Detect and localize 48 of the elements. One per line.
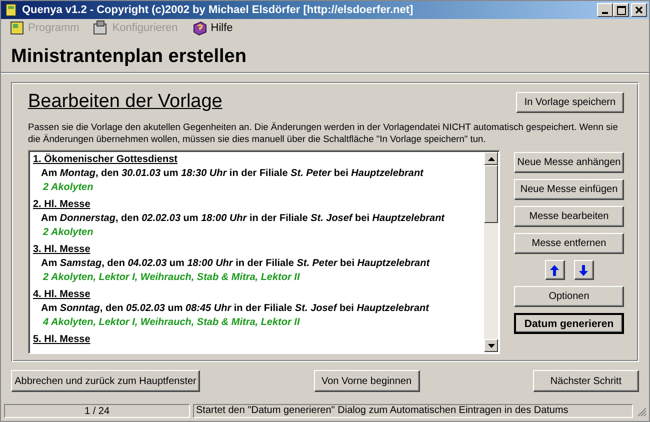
section-heading: Bearbeiten der Vorlage	[28, 91, 222, 113]
mass-title: 2. Hl. Messe	[33, 198, 92, 212]
mass-details: Am Donnerstag, den 02.02.03 um 18:00 Uhr in der Filiale St. Josef bei Hauptzelebrant	[40, 212, 446, 226]
action-button[interactable]: Neue Messe anhängen	[514, 152, 624, 173]
menu-item[interactable]: Hilfe	[192, 20, 233, 36]
maximize-icon	[616, 6, 626, 14]
mass-roles: 2 Akolyten	[42, 181, 94, 195]
description-text: Passen sie die Vorlage den akutellen Gegenheiten an. Die Änderungen werden in der Vorlagendatei NICHT automatisch gespeichert. Wenn sie die Änderungen übernehmen wollen, müssen sie dies manuell über die Schaltfläche "In Vorlage speichern" tun.	[28, 121, 619, 145]
mass-details: Am Montag, den 30.01.03 um 18:30 Uhr in der Filiale St. Peter bei Hauptzelebrant	[40, 167, 424, 181]
scroll-down-icon[interactable]	[488, 344, 494, 348]
close-button[interactable]	[631, 3, 647, 17]
window-title: Quenya v1.2 - Copyright (c)2002 by Michael Elsdörfer [http://elsdoerfer.net]	[22, 4, 414, 16]
program-icon	[9, 20, 25, 36]
mass-title: 5. Hl. Messe	[33, 333, 92, 347]
mass-roles: 2 Akolyten	[42, 226, 94, 240]
action-button[interactable]: Optionen	[514, 286, 624, 307]
resize-grip-icon[interactable]	[636, 406, 647, 416]
minimize-button[interactable]	[597, 3, 613, 17]
move-down-button[interactable]	[574, 260, 594, 280]
navigation-button[interactable]: Von Vorne beginnen	[314, 370, 420, 392]
action-button[interactable]: Neue Messe einfügen	[514, 179, 624, 200]
mass-roles: 4 Akolyten, Lektor I, Weihrauch, Stab & Mitra, Lektor II	[42, 316, 301, 330]
navigation-button[interactable]: Abbrechen und zurück zum Hauptfenster	[11, 370, 200, 392]
action-button[interactable]: Messe bearbeiten	[514, 206, 624, 227]
settings-icon	[93, 20, 110, 36]
mass-title: 4. Hl. Messe	[33, 288, 92, 302]
up-arrow-icon	[550, 264, 559, 276]
action-button[interactable]: Messe entfernen	[514, 233, 624, 254]
scroll-up-icon[interactable]	[488, 156, 494, 160]
scrollbar[interactable]	[484, 152, 498, 352]
navigation-button[interactable]: Nächster Schritt	[533, 370, 639, 392]
page-title: Ministrantenplan erstellen	[11, 46, 248, 68]
mass-title: 1. Ökomenischer Gottesdienst	[33, 153, 178, 167]
close-icon	[635, 6, 643, 14]
save-template-button[interactable]: In Vorlage speichern	[516, 92, 624, 112]
mass-title: 3. Hl. Messe	[33, 243, 92, 257]
mass-list[interactable]	[28, 150, 500, 354]
action-button[interactable]: Datum generieren	[514, 313, 624, 334]
app-icon	[4, 3, 18, 17]
mass-details: Am Sonntag, den 05.02.03 um 08:45 Uhr in der Filiale St. Josef bei Hauptzelebrant	[40, 302, 430, 316]
status-message: Startet den "Datum generieren" Dialog zum Automatischen Eintragen in des Datums	[193, 404, 633, 418]
mass-roles: 2 Akolyten, Lektor I, Weihrauch, Stab & Mitra, Lektor II	[42, 271, 301, 285]
maximize-button[interactable]	[613, 3, 629, 17]
status-position: 1 / 24	[4, 404, 190, 418]
mass-details: Am Samstag, den 04.02.03 um 18:00 Uhr in der Filiale St. Peter bei Hauptzelebrant	[40, 257, 431, 271]
down-arrow-icon	[579, 264, 588, 276]
move-up-button[interactable]	[544, 260, 564, 280]
help-book-icon	[192, 20, 208, 36]
